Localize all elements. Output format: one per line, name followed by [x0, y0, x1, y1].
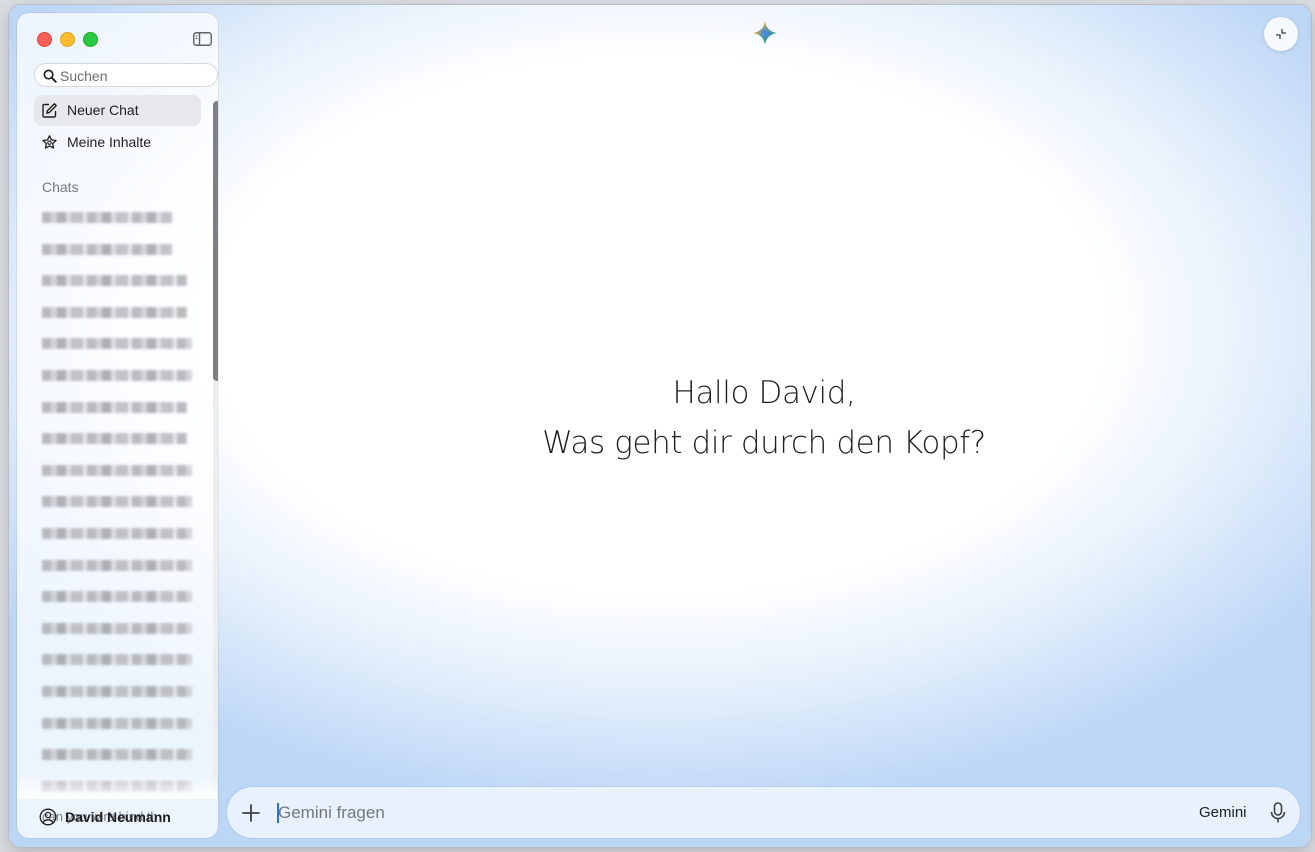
chat-list-item[interactable]: [42, 651, 197, 667]
chat-list-item[interactable]: [42, 399, 197, 415]
window-zoom-button[interactable]: [83, 32, 98, 47]
chat-list-item[interactable]: [42, 272, 197, 288]
app-window: Suchen Neuer Chat Meine Inhalte Chats ca…: [9, 5, 1311, 847]
chat-list-item[interactable]: [42, 557, 197, 573]
chat-list-item[interactable]: [42, 493, 197, 509]
search-icon: [43, 69, 57, 83]
chat-list-item[interactable]: [42, 588, 197, 604]
chat-title-redacted: [42, 654, 192, 666]
chat-title-redacted: [42, 749, 192, 761]
chat-title-redacted: [42, 433, 187, 445]
chat-list-item[interactable]: [42, 241, 197, 257]
chat-title-redacted: [42, 717, 192, 729]
greeting-line-1: Hallo David,: [672, 375, 856, 411]
chat-title-redacted: [42, 686, 192, 697]
chat-list-item[interactable]: [42, 335, 197, 351]
chat-title-redacted: [42, 464, 192, 476]
sidebar-fade: [17, 773, 217, 799]
chat-list-item[interactable]: [42, 367, 197, 383]
model-selector[interactable]: Gemini: [1199, 804, 1247, 821]
my-content-label: Meine Inhalte: [67, 134, 152, 150]
plus-icon[interactable]: [240, 802, 262, 824]
chat-title-redacted: [42, 591, 192, 603]
collapse-button[interactable]: [1264, 17, 1298, 51]
chat-title-redacted: [42, 338, 192, 350]
chat-list-item[interactable]: [42, 683, 197, 699]
chat-list-item[interactable]: [42, 715, 197, 731]
chat-title-redacted: [42, 559, 192, 571]
prompt-input[interactable]: Gemini fragen: [278, 803, 385, 823]
sidebar-icon[interactable]: [193, 32, 212, 46]
chat-title-redacted: [42, 275, 187, 287]
account-circle-icon: [39, 808, 57, 826]
window-minimize-button[interactable]: [60, 32, 75, 47]
chat-title-redacted: [42, 370, 192, 381]
sidebar-scrollbar[interactable]: [213, 101, 218, 793]
sidebar: Suchen Neuer Chat Meine Inhalte Chats ca…: [17, 13, 218, 838]
chat-title-redacted: [42, 528, 192, 539]
chat-list-item[interactable]: [42, 209, 197, 225]
star-icon: [41, 134, 58, 151]
chat-list-item[interactable]: [42, 430, 197, 446]
chat-title-redacted: [42, 306, 187, 318]
chat-list-item[interactable]: [42, 746, 197, 762]
chat-title-redacted: [42, 243, 172, 255]
user-name: David Neumann: [65, 809, 171, 825]
search-placeholder: Suchen: [60, 68, 108, 84]
gemini-sparkle-icon: [752, 20, 778, 46]
microphone-icon[interactable]: [1267, 801, 1289, 825]
chat-title-redacted: [42, 401, 187, 413]
chat-title-redacted: [42, 212, 172, 223]
sidebar-scroll-thumb[interactable]: [213, 101, 218, 381]
new-chat-button[interactable]: Neuer Chat: [34, 95, 201, 126]
chat-title-redacted: [42, 496, 192, 508]
prompt-composer[interactable]: Gemini fragen Gemini: [227, 787, 1300, 838]
user-account-button[interactable]: David Neumann: [34, 805, 204, 829]
chat-list-item[interactable]: [42, 462, 197, 478]
chat-title-redacted: [42, 622, 192, 634]
greeting-line-2: Was geht dir durch den Kopf?: [542, 425, 986, 461]
chat-list-item[interactable]: [42, 304, 197, 320]
chats-heading: Chats: [42, 179, 79, 195]
edit-icon: [41, 102, 58, 119]
window-close-button[interactable]: [37, 32, 52, 47]
new-chat-label: Neuer Chat: [67, 102, 139, 118]
my-content-button[interactable]: Meine Inhalte: [34, 127, 201, 158]
chat-list-item[interactable]: [42, 620, 197, 636]
search-input[interactable]: Suchen: [34, 63, 218, 87]
chat-list-item[interactable]: [42, 525, 197, 541]
